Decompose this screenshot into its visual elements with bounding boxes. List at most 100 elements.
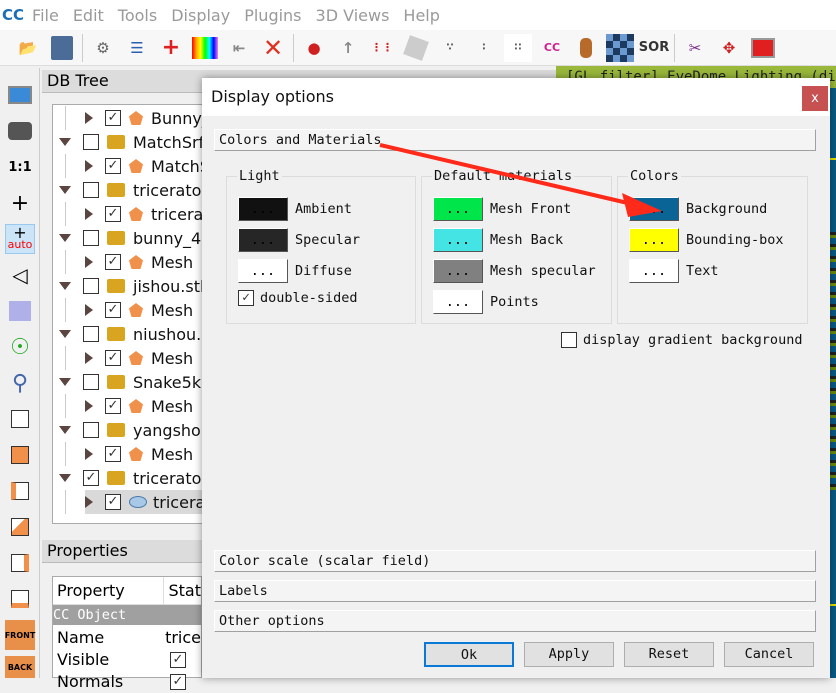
tree-item[interactable]: triceratop bbox=[59, 178, 212, 202]
apply-button[interactable]: Apply bbox=[524, 642, 614, 667]
view-bottom-icon[interactable] bbox=[5, 584, 35, 614]
subsample-icon[interactable]: ∶ bbox=[470, 34, 498, 62]
ambient-color-button[interactable]: ... bbox=[238, 197, 288, 221]
tree-item[interactable]: Snake5k.st bbox=[59, 370, 221, 394]
tree-item-checkbox[interactable]: ✓ bbox=[105, 206, 121, 222]
menu-edit[interactable]: Edit bbox=[73, 6, 104, 25]
monitor-icon[interactable] bbox=[5, 80, 35, 110]
expand-arrow-icon[interactable] bbox=[85, 352, 93, 364]
cc-icon[interactable]: CC bbox=[538, 34, 566, 62]
properties-table[interactable]: Property Stat CC Object Name trice Visibl… bbox=[52, 576, 202, 691]
tree-item[interactable]: ✓ tricerat bbox=[85, 202, 210, 226]
column-header-state[interactable]: Stat bbox=[164, 577, 201, 604]
collapse-arrow-icon[interactable] bbox=[59, 426, 71, 434]
checker-icon[interactable] bbox=[606, 33, 634, 62]
tree-item[interactable]: ✓ Bunny_ bbox=[85, 106, 210, 130]
cancel-button[interactable]: Cancel bbox=[724, 642, 814, 667]
tree-item-checkbox[interactable] bbox=[83, 422, 99, 438]
visible-checkbox[interactable]: ✓ bbox=[170, 652, 186, 668]
tree-item[interactable]: ✓ triceratop bbox=[59, 466, 212, 490]
save-icon[interactable] bbox=[48, 34, 76, 62]
view-front-button[interactable]: FRONT bbox=[5, 620, 35, 650]
specular-color-button[interactable]: ... bbox=[238, 228, 288, 252]
tree-item[interactable]: ✓ Mesh bbox=[85, 298, 193, 322]
mesh-specular-color-button[interactable]: ... bbox=[433, 259, 483, 283]
view-back-icon[interactable] bbox=[5, 512, 35, 542]
tree-item-checkbox[interactable]: ✓ bbox=[105, 494, 121, 510]
expand-arrow-icon[interactable] bbox=[85, 448, 93, 460]
close-button[interactable]: x bbox=[802, 86, 828, 111]
collapse-arrow-icon[interactable] bbox=[59, 282, 71, 290]
view-right-icon[interactable] bbox=[5, 548, 35, 578]
pick-icon[interactable]: ⚙ bbox=[89, 34, 117, 62]
tree-item[interactable]: ✓ Mesh bbox=[85, 442, 193, 466]
scissors-icon[interactable]: ✂ bbox=[681, 34, 709, 62]
add-point-icon[interactable]: + bbox=[157, 34, 185, 62]
tree-item-checkbox[interactable]: ✓ bbox=[105, 110, 121, 126]
lighting-icon[interactable]: ☉ bbox=[5, 332, 35, 362]
vase-icon[interactable] bbox=[572, 34, 600, 62]
expand-arrow-icon[interactable] bbox=[85, 400, 93, 412]
tree-item-checkbox[interactable]: ✓ bbox=[105, 398, 121, 414]
collapse-arrow-icon[interactable] bbox=[59, 186, 71, 194]
background-color-button[interactable]: ... bbox=[629, 197, 679, 221]
tree-item-checkbox[interactable] bbox=[83, 326, 99, 342]
expand-arrow-icon[interactable] bbox=[85, 256, 93, 268]
tree-item-checkbox[interactable]: ✓ bbox=[83, 470, 99, 486]
register-icon[interactable]: ● bbox=[300, 34, 328, 62]
tree-item-checkbox[interactable]: ✓ bbox=[105, 446, 121, 462]
mesh-front-color-button[interactable]: ... bbox=[433, 197, 483, 221]
expand-arrow-icon[interactable] bbox=[85, 160, 93, 172]
tree-item-checkbox[interactable] bbox=[83, 182, 99, 198]
tree-item-checkbox[interactable] bbox=[83, 374, 99, 390]
expand-arrow-icon[interactable] bbox=[85, 112, 93, 124]
section-labels[interactable]: Labels bbox=[214, 580, 816, 602]
collapse-arrow-icon[interactable] bbox=[59, 330, 71, 338]
expand-arrow-icon[interactable] bbox=[85, 496, 93, 508]
translate-icon[interactable]: ✥ bbox=[715, 34, 743, 62]
tree-item[interactable]: ✓ MatchS bbox=[85, 154, 210, 178]
auto-pivot-icon[interactable]: + auto bbox=[5, 224, 35, 254]
column-header-property[interactable]: Property bbox=[53, 577, 165, 604]
camera-icon[interactable] bbox=[5, 116, 35, 146]
view-back-button[interactable]: BACK bbox=[5, 656, 35, 678]
normals-checkbox[interactable]: ✓ bbox=[170, 674, 186, 690]
ok-button[interactable]: Ok bbox=[424, 642, 514, 667]
zoom-1to1-icon[interactable]: 1:1 bbox=[5, 152, 35, 182]
expand-arrow-icon[interactable] bbox=[85, 304, 93, 316]
mesh-back-color-button[interactable]: ... bbox=[433, 228, 483, 252]
sample-icon[interactable]: ⋮⋮ bbox=[368, 34, 396, 62]
mesh-icon[interactable] bbox=[402, 34, 430, 62]
tree-item[interactable]: yangshou. bbox=[59, 418, 216, 442]
tree-item-checkbox[interactable]: ✓ bbox=[105, 158, 121, 174]
cloud-icon[interactable]: ∵ bbox=[436, 34, 464, 62]
tree-item-checkbox[interactable] bbox=[83, 230, 99, 246]
sor-icon[interactable]: SOR bbox=[639, 34, 669, 62]
scatter-icon[interactable]: ∷ bbox=[504, 33, 532, 62]
box-icon[interactable] bbox=[749, 34, 777, 62]
open-icon[interactable]: 📂 bbox=[14, 34, 42, 62]
tree-item-checkbox[interactable]: ✓ bbox=[105, 350, 121, 366]
tree-item-checkbox[interactable]: ✓ bbox=[105, 302, 121, 318]
rainbow-icon[interactable] bbox=[191, 34, 219, 62]
view-front-cube-icon[interactable] bbox=[5, 440, 35, 470]
tree-item[interactable]: ✓ Mesh bbox=[85, 346, 193, 370]
tree-item-checkbox[interactable] bbox=[83, 278, 99, 294]
property-value[interactable]: trice bbox=[165, 627, 201, 649]
menu-plugins[interactable]: Plugins bbox=[244, 6, 301, 25]
gradient-background-checkbox[interactable]: display gradient background bbox=[561, 332, 802, 348]
view-top-icon[interactable] bbox=[5, 404, 35, 434]
reset-button[interactable]: Reset bbox=[624, 642, 714, 667]
tree-item-checkbox[interactable]: ✓ bbox=[105, 254, 121, 270]
collapse-arrow-icon[interactable] bbox=[59, 138, 71, 146]
section-other-options[interactable]: Other options bbox=[214, 610, 816, 632]
menu-tools[interactable]: Tools bbox=[118, 6, 157, 25]
menu-display[interactable]: Display bbox=[171, 6, 230, 25]
perspective-icon[interactable]: ◁ bbox=[5, 260, 35, 290]
section-colors-and-materials[interactable]: Colors and Materials bbox=[214, 129, 816, 151]
db-tree[interactable]: ✓ Bunny_ MatchSrf.c ✓ MatchS triceratop ✓ trice… bbox=[52, 104, 221, 524]
export-icon[interactable]: ⇤ bbox=[225, 34, 253, 62]
double-sided-checkbox[interactable]: ✓ double-sided bbox=[238, 290, 358, 306]
view-left-icon[interactable] bbox=[5, 476, 35, 506]
tree-item[interactable]: bunny_4k. bbox=[59, 226, 216, 250]
